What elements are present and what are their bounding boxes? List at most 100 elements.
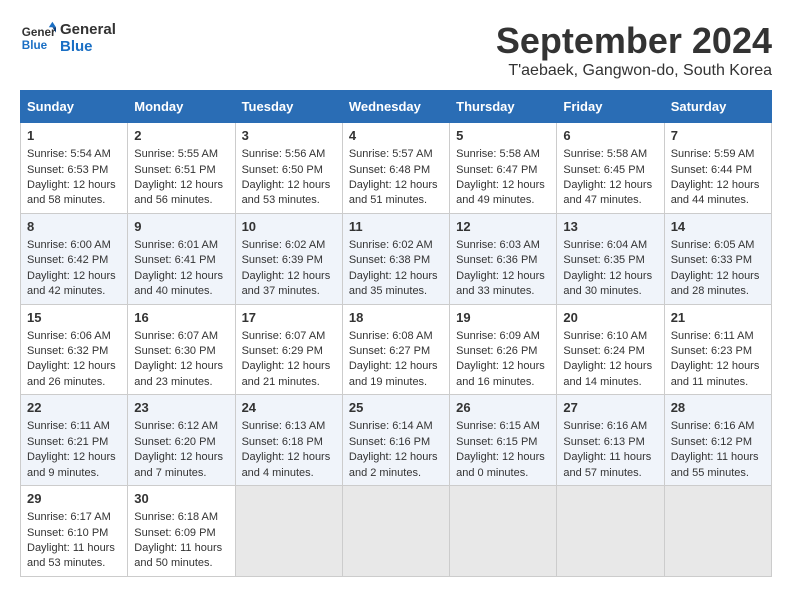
calendar-cell: 22Sunrise: 6:11 AMSunset: 6:21 PMDayligh…	[21, 395, 128, 486]
calendar-cell: 7Sunrise: 5:59 AMSunset: 6:44 PMDaylight…	[664, 123, 771, 214]
day-number: 16	[134, 309, 228, 327]
sunrise: Sunrise: 6:05 AM	[671, 239, 755, 251]
sunrise: Sunrise: 6:16 AM	[563, 420, 647, 432]
sunrise: Sunrise: 6:10 AM	[563, 330, 647, 342]
daylight: Daylight: 11 hours and 53 minutes.	[27, 542, 115, 569]
daylight: Daylight: 12 hours and 21 minutes.	[242, 360, 331, 387]
sunrise: Sunrise: 5:55 AM	[134, 148, 218, 160]
sunset: Sunset: 6:24 PM	[563, 345, 644, 357]
sunset: Sunset: 6:27 PM	[349, 345, 430, 357]
sunrise: Sunrise: 6:14 AM	[349, 420, 433, 432]
sunrise: Sunrise: 5:56 AM	[242, 148, 326, 160]
sunrise: Sunrise: 6:07 AM	[242, 330, 326, 342]
sunrise: Sunrise: 5:57 AM	[349, 148, 433, 160]
sunset: Sunset: 6:50 PM	[242, 164, 323, 176]
sunrise: Sunrise: 6:01 AM	[134, 239, 218, 251]
day-number: 1	[27, 127, 121, 145]
header: General Blue General Blue September 2024…	[20, 20, 772, 80]
day-number: 5	[456, 127, 550, 145]
sunrise: Sunrise: 6:03 AM	[456, 239, 540, 251]
day-number: 21	[671, 309, 765, 327]
daylight: Daylight: 12 hours and 19 minutes.	[349, 360, 438, 387]
calendar-cell: 3 Sunrise: 5:56 AM Sunset: 6:50 PM Daylight…	[235, 123, 342, 214]
day-number: 14	[671, 218, 765, 236]
daylight: Daylight: 12 hours and 35 minutes.	[349, 270, 438, 297]
day-number: 19	[456, 309, 550, 327]
day-number: 24	[242, 399, 336, 417]
calendar-header-row: SundayMondayTuesdayWednesdayThursdayFrid…	[21, 91, 772, 123]
col-header-thursday: Thursday	[450, 91, 557, 123]
svg-text:Blue: Blue	[22, 39, 48, 52]
daylight: Daylight: 12 hours and 33 minutes.	[456, 270, 545, 297]
logo-icon: General Blue	[20, 20, 56, 56]
sunrise: Sunrise: 6:09 AM	[456, 330, 540, 342]
sunset: Sunset: 6:18 PM	[242, 436, 323, 448]
sunset: Sunset: 6:47 PM	[456, 164, 537, 176]
svg-text:General: General	[22, 26, 56, 39]
day-number: 8	[27, 218, 121, 236]
daylight: Daylight: 12 hours and 2 minutes.	[349, 451, 438, 478]
daylight: Daylight: 12 hours and 53 minutes.	[242, 179, 331, 206]
daylight: Daylight: 11 hours and 57 minutes.	[563, 451, 651, 478]
sunset: Sunset: 6:41 PM	[134, 254, 215, 266]
calendar-cell: 6Sunrise: 5:58 AMSunset: 6:45 PMDaylight…	[557, 123, 664, 214]
calendar-week-row: 1Sunrise: 5:54 AMSunset: 6:53 PMDaylight…	[21, 123, 772, 214]
sunset: Sunset: 6:23 PM	[671, 345, 752, 357]
calendar-week-row: 29Sunrise: 6:17 AMSunset: 6:10 PMDayligh…	[21, 486, 772, 577]
sunrise: Sunrise: 6:00 AM	[27, 239, 111, 251]
col-header-sunday: Sunday	[21, 91, 128, 123]
calendar-cell: 1Sunrise: 5:54 AMSunset: 6:53 PMDaylight…	[21, 123, 128, 214]
calendar-cell: 19Sunrise: 6:09 AMSunset: 6:26 PMDayligh…	[450, 304, 557, 395]
col-header-wednesday: Wednesday	[342, 91, 449, 123]
sunrise: Sunrise: 6:06 AM	[27, 330, 111, 342]
sunset: Sunset: 6:33 PM	[671, 254, 752, 266]
daylight: Daylight: 12 hours and 7 minutes.	[134, 451, 223, 478]
sunrise: Sunrise: 6:02 AM	[242, 239, 326, 251]
calendar-cell: 5Sunrise: 5:58 AMSunset: 6:47 PMDaylight…	[450, 123, 557, 214]
sunset: Sunset: 6:51 PM	[134, 164, 215, 176]
day-number: 11	[349, 218, 443, 236]
calendar-cell: 29Sunrise: 6:17 AMSunset: 6:10 PMDayligh…	[21, 486, 128, 577]
sunset: Sunset: 6:26 PM	[456, 345, 537, 357]
daylight: Daylight: 12 hours and 26 minutes.	[27, 360, 116, 387]
sunset: Sunset: 6:39 PM	[242, 254, 323, 266]
daylight: Daylight: 12 hours and 4 minutes.	[242, 451, 331, 478]
day-number: 23	[134, 399, 228, 417]
calendar-cell: 27Sunrise: 6:16 AMSunset: 6:13 PMDayligh…	[557, 395, 664, 486]
location: T'aebaek, Gangwon-do, South Korea	[496, 62, 772, 80]
sunset: Sunset: 6:09 PM	[134, 527, 215, 539]
day-number: 12	[456, 218, 550, 236]
calendar-cell: 16Sunrise: 6:07 AMSunset: 6:30 PMDayligh…	[128, 304, 235, 395]
month-title: September 2024	[496, 20, 772, 62]
calendar-cell	[557, 486, 664, 577]
day-number: 2	[134, 127, 228, 145]
day-number: 28	[671, 399, 765, 417]
day-number: 6	[563, 127, 657, 145]
calendar-cell	[342, 486, 449, 577]
sunset: Sunset: 6:42 PM	[27, 254, 108, 266]
sunset: Sunset: 6:30 PM	[134, 345, 215, 357]
calendar-cell: 2Sunrise: 5:55 AMSunset: 6:51 PMDaylight…	[128, 123, 235, 214]
daylight: Daylight: 11 hours and 50 minutes.	[134, 542, 222, 569]
sunset: Sunset: 6:32 PM	[27, 345, 108, 357]
day-number: 26	[456, 399, 550, 417]
sunset: Sunset: 6:35 PM	[563, 254, 644, 266]
sunset: Sunset: 6:38 PM	[349, 254, 430, 266]
logo: General Blue General Blue	[20, 20, 116, 56]
day-number: 13	[563, 218, 657, 236]
day-number: 10	[242, 218, 336, 236]
sunrise: Sunrise: 6:12 AM	[134, 420, 218, 432]
day-number: 17	[242, 309, 336, 327]
sunrise: Sunrise: 6:11 AM	[671, 330, 754, 342]
calendar-cell: 30Sunrise: 6:18 AMSunset: 6:09 PMDayligh…	[128, 486, 235, 577]
day-number: 9	[134, 218, 228, 236]
calendar-cell: 18Sunrise: 6:08 AMSunset: 6:27 PMDayligh…	[342, 304, 449, 395]
day-number: 3	[242, 127, 336, 145]
daylight: Daylight: 11 hours and 55 minutes.	[671, 451, 759, 478]
day-number: 4	[349, 127, 443, 145]
calendar-cell: 15Sunrise: 6:06 AMSunset: 6:32 PMDayligh…	[21, 304, 128, 395]
sunset: Sunset: 6:53 PM	[27, 164, 108, 176]
sunrise: Sunrise: 6:15 AM	[456, 420, 540, 432]
sunrise: Sunrise: 5:58 AM	[456, 148, 540, 160]
sunset: Sunset: 6:15 PM	[456, 436, 537, 448]
